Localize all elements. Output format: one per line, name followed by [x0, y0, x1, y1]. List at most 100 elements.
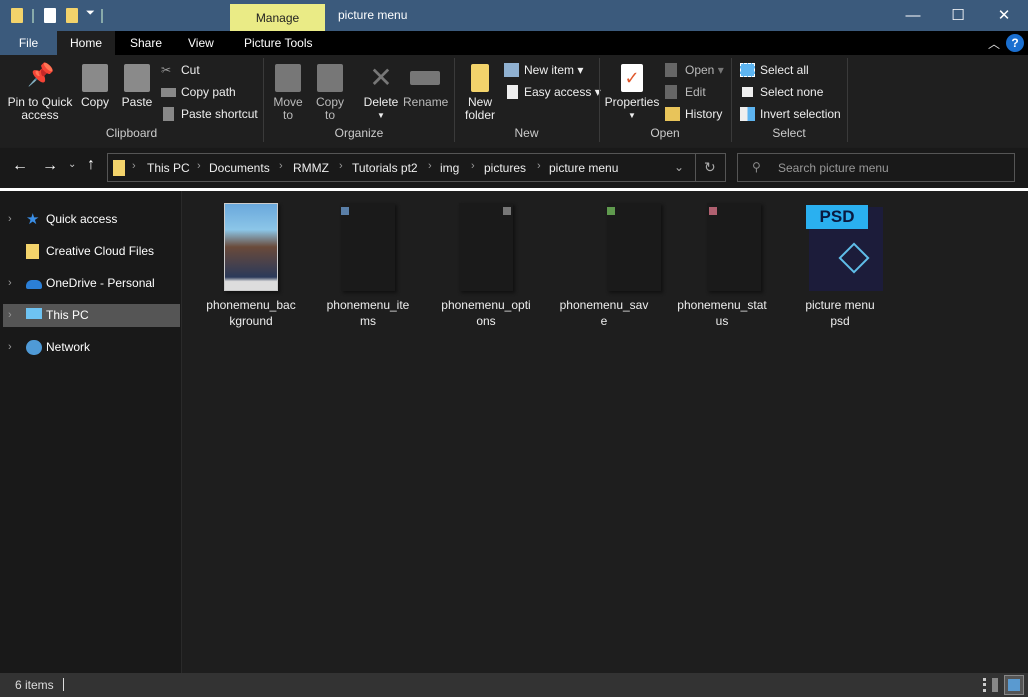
paste-shortcut-button[interactable]: Paste shortcut	[161, 106, 258, 122]
file-item[interactable]: phonemenu_sav e	[549, 203, 661, 329]
help-icon[interactable]: ?	[1006, 34, 1024, 52]
pin-to-quick-access-button[interactable]: 📌 Pin to Quick access	[4, 62, 76, 122]
select-all-button[interactable]: Select all	[740, 62, 809, 78]
breadcrumb-chevron-icon[interactable]: ›	[537, 160, 541, 172]
label: Creative Cloud Files	[46, 244, 155, 258]
file-item[interactable]: phonemenu_stat us	[667, 203, 777, 329]
sidebar-item-quick-access[interactable]: › ★ Quick access	[3, 208, 180, 231]
copy-path-button[interactable]: Copy path	[161, 84, 236, 100]
breadcrumb-pictures[interactable]: pictures	[484, 161, 526, 175]
recent-locations-chevron-icon[interactable]: ⌄	[68, 159, 76, 170]
copy-to-button[interactable]: Copy to	[312, 64, 348, 122]
manage-context-tab[interactable]: Manage	[230, 4, 325, 31]
breadcrumb-picture-menu[interactable]: picture menu	[549, 161, 618, 175]
tab-view[interactable]: View	[174, 31, 228, 55]
customize-quick-access-icon[interactable]: ⏷	[86, 7, 95, 20]
breadcrumb-chevron-icon[interactable]: ›	[279, 160, 283, 172]
expand-chevron-icon[interactable]: ›	[8, 272, 12, 295]
divider	[63, 678, 64, 691]
file-item[interactable]: PSD picture menu psd	[785, 203, 895, 329]
label: History	[685, 107, 723, 121]
paste-button[interactable]: Paste	[119, 64, 155, 109]
group-label-clipboard: Clipboard	[105, 126, 158, 140]
psd-file-icon: PSD	[797, 203, 883, 291]
address-history-chevron-icon[interactable]: ⌄	[674, 160, 684, 174]
select-none-button[interactable]: Select none	[740, 84, 823, 100]
maximize-button[interactable]: ☐	[935, 0, 981, 31]
easy-access-button[interactable]: Easy access ▾	[504, 84, 601, 100]
divider	[32, 9, 34, 23]
label: folder	[464, 108, 496, 122]
copy-button[interactable]: Copy	[78, 64, 112, 109]
breadcrumb-rmmz[interactable]: RMMZ	[293, 161, 329, 175]
open-button[interactable]: Open ▾	[665, 62, 724, 78]
large-icons-view-icon[interactable]	[1004, 675, 1024, 695]
address-bar[interactable]: › This PC › Documents › RMMZ › Tutorials…	[107, 153, 726, 182]
expand-chevron-icon[interactable]: ›	[8, 304, 12, 327]
breadcrumb-chevron-icon[interactable]: ›	[132, 160, 136, 172]
rename-button[interactable]: Rename	[403, 64, 448, 109]
new-folder-quick-icon[interactable]	[66, 8, 78, 23]
sidebar-item-onedrive[interactable]: › OneDrive - Personal	[3, 272, 180, 295]
label: Delete	[363, 95, 399, 109]
properties-quick-icon[interactable]	[44, 8, 56, 23]
breadcrumb-chevron-icon[interactable]: ›	[471, 160, 475, 172]
tab-picture-tools[interactable]: Picture Tools	[230, 31, 326, 55]
close-button[interactable]: ✕	[981, 0, 1027, 31]
label: This PC	[46, 308, 89, 322]
forward-arrow-icon[interactable]: →	[42, 157, 58, 175]
psd-badge: PSD	[806, 205, 868, 229]
history-button[interactable]: History	[665, 106, 722, 122]
breadcrumb-tutorials[interactable]: Tutorials pt2	[352, 161, 418, 175]
invert-selection-button[interactable]: Invert selection	[740, 106, 841, 122]
expand-chevron-icon[interactable]: ›	[8, 336, 12, 359]
breadcrumb-chevron-icon[interactable]: ›	[197, 160, 201, 172]
breadcrumb-documents[interactable]: Documents	[209, 161, 270, 175]
search-input[interactable]: ⚲ Search picture menu	[737, 153, 1015, 182]
breadcrumb-this-pc[interactable]: This PC	[147, 161, 190, 175]
edit-button[interactable]: Edit	[665, 84, 706, 100]
file-item[interactable]: phonemenu_opti ons	[431, 203, 541, 329]
delete-button[interactable]: ✕ Delete ▼	[360, 64, 402, 122]
file-item[interactable]: phonemenu_bac kground	[196, 203, 306, 329]
details-view-icon[interactable]	[983, 678, 998, 692]
navigation-pane: › ★ Quick access Creative Cloud Files › One…	[0, 191, 182, 673]
tab-share[interactable]: Share	[116, 31, 176, 55]
divider	[101, 9, 103, 23]
file-name-line: us	[715, 314, 729, 328]
open-icon	[665, 63, 677, 77]
computer-icon	[26, 308, 42, 319]
sidebar-item-network[interactable]: › Network	[3, 336, 180, 359]
select-none-icon	[740, 85, 755, 99]
copy-path-icon	[161, 88, 176, 97]
properties-button[interactable]: ✓ Properties ▼	[603, 64, 661, 122]
refresh-icon[interactable]: ↻	[704, 159, 716, 176]
collapse-ribbon-icon[interactable]: ︿	[988, 35, 1000, 52]
breadcrumb-img[interactable]: img	[440, 161, 459, 175]
history-icon	[665, 107, 680, 121]
invert-selection-icon	[740, 107, 755, 121]
file-item[interactable]: phonemenu_ite ms	[313, 203, 423, 329]
new-folder-button[interactable]: New folder	[460, 64, 500, 122]
breadcrumb-chevron-icon[interactable]: ›	[428, 160, 432, 172]
tab-home[interactable]: Home	[57, 31, 115, 55]
sidebar-item-this-pc[interactable]: › This PC	[3, 304, 180, 327]
cut-button[interactable]: ✂ Cut	[161, 62, 200, 78]
label: Quick access	[46, 212, 118, 226]
pin-icon: 📌	[27, 62, 55, 87]
breadcrumb-chevron-icon[interactable]: ›	[339, 160, 343, 172]
back-arrow-icon[interactable]: ←	[12, 157, 28, 175]
file-name: phonemenu_bac kground	[196, 297, 306, 329]
ribbon-tabs: File Home Share View Picture Tools ︿ ?	[0, 31, 1028, 55]
label: New item	[524, 63, 575, 77]
up-arrow-icon[interactable]: ↑	[87, 156, 95, 174]
label: Select none	[760, 85, 824, 99]
new-item-button[interactable]: New item ▾	[504, 62, 583, 78]
tab-file[interactable]: File	[0, 31, 57, 55]
move-to-button[interactable]: Move to	[270, 64, 306, 122]
status-bar: 6 items	[0, 673, 1028, 697]
sidebar-item-creative-cloud[interactable]: Creative Cloud Files	[3, 240, 180, 263]
expand-chevron-icon[interactable]: ›	[8, 208, 12, 231]
minimize-button[interactable]: —	[890, 0, 936, 31]
clipboard-icon	[124, 64, 150, 92]
